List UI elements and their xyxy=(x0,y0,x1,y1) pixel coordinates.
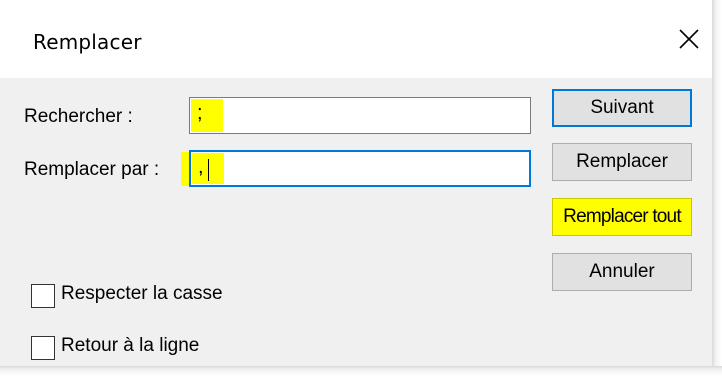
cancel-button[interactable]: Annuler xyxy=(552,253,692,291)
match-case-option[interactable]: Respecter la casse xyxy=(31,282,261,310)
replace-button[interactable]: Remplacer xyxy=(552,143,692,181)
replace-dialog: Remplacer Rechercher : ; Remplacer par :… xyxy=(0,0,722,376)
replace-all-button[interactable]: Remplacer tout xyxy=(552,198,692,236)
close-icon xyxy=(679,29,699,49)
dialog-body: Rechercher : ; Remplacer par : , Suivant… xyxy=(0,78,712,366)
window-shadow-right xyxy=(712,0,722,376)
dialog-title: Remplacer xyxy=(33,30,142,54)
wrap-around-option[interactable]: Retour à la ligne xyxy=(31,334,241,362)
title-bar[interactable]: Remplacer xyxy=(0,0,712,78)
search-value: ; xyxy=(197,102,203,124)
next-button[interactable]: Suivant xyxy=(552,89,692,127)
match-case-checkbox[interactable] xyxy=(31,284,55,308)
text-caret xyxy=(208,159,209,181)
replace-input[interactable]: , xyxy=(189,150,531,187)
close-button[interactable] xyxy=(668,18,710,60)
replace-value: , xyxy=(198,156,204,178)
window-shadow-bottom xyxy=(0,366,722,376)
replace-label: Remplacer par : xyxy=(24,159,160,180)
wrap-around-label: Retour à la ligne xyxy=(61,335,200,356)
search-value-highlight xyxy=(191,99,223,132)
search-input[interactable]: ; xyxy=(189,97,531,134)
wrap-around-checkbox[interactable] xyxy=(31,336,55,360)
match-case-label: Respecter la casse xyxy=(61,283,223,304)
search-label: Rechercher : xyxy=(24,106,133,127)
